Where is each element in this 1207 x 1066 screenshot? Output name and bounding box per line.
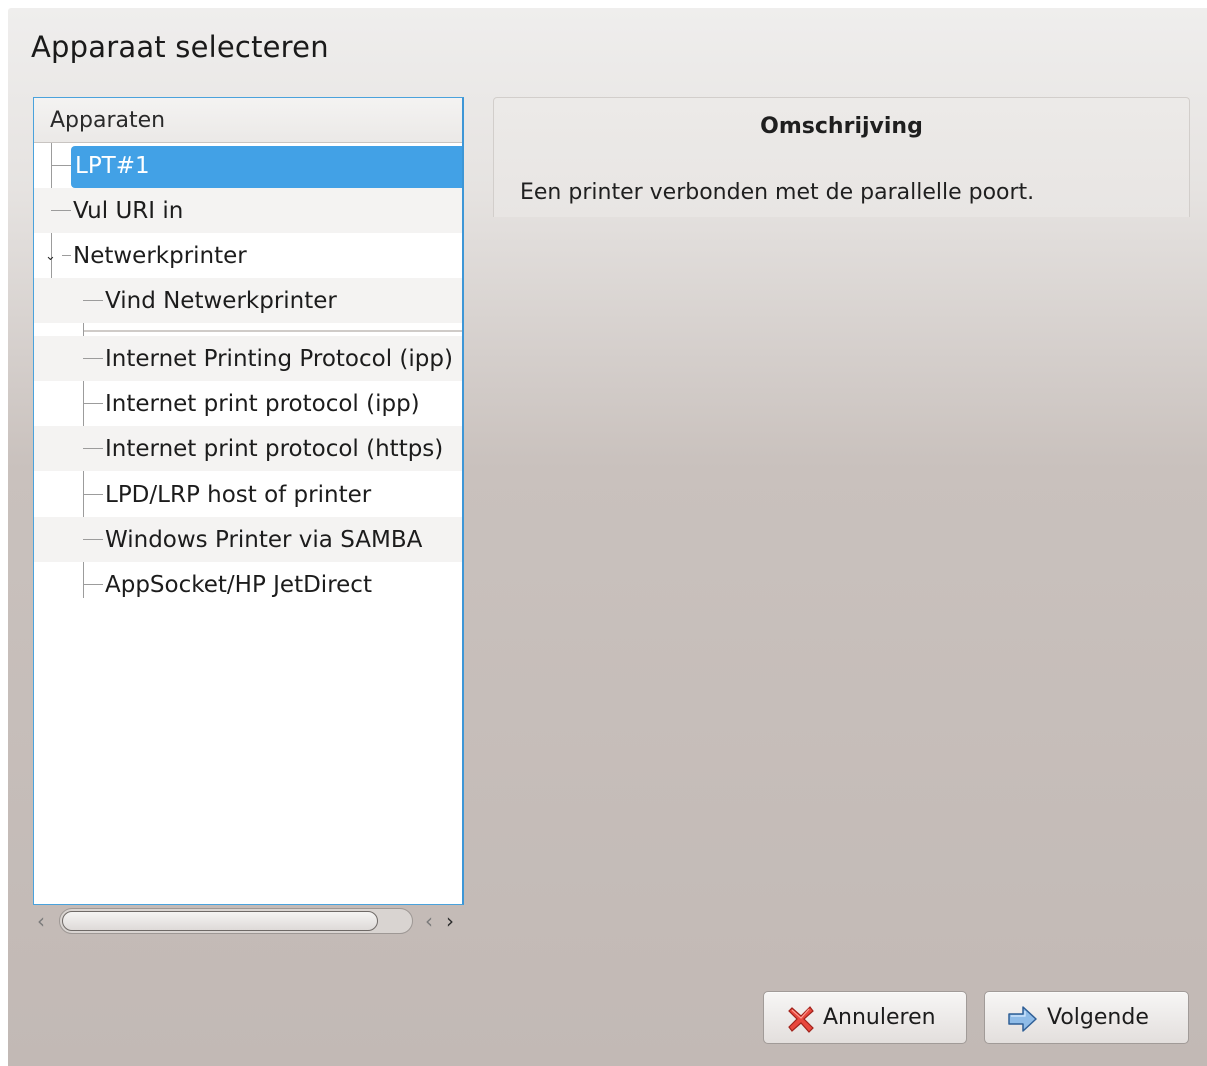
- tree-item-label: Internet Printing Protocol (ipp): [105, 346, 453, 372]
- description-title: Omschrijving: [760, 114, 923, 139]
- cancel-button-label: Annuleren: [823, 1005, 936, 1030]
- tree-item-label: Internet print protocol (https): [105, 436, 444, 462]
- tree-item-ipp-https[interactable]: Internet print protocol (https): [34, 426, 462, 471]
- tree-item-label: Vind Netwerkprinter: [105, 288, 337, 314]
- tree-item-appsocket[interactable]: AppSocket/HP JetDirect: [34, 562, 462, 607]
- tree-item-label: LPD/LRP host of printer: [105, 482, 372, 508]
- tree-connector-line: [83, 448, 103, 449]
- tree-item-label: Internet print protocol (ipp): [105, 391, 420, 417]
- dialog-window: Apparaat selecteren Apparaten LPT#1 Vul …: [8, 8, 1207, 1066]
- tree-separator: [84, 330, 462, 332]
- tree-connector-line: [83, 300, 103, 301]
- blue-arrow-right-icon: [1008, 1006, 1037, 1032]
- tree-column-header-label: Apparaten: [50, 108, 166, 133]
- description-panel: Omschrijving Een printer verbonden met d…: [493, 97, 1190, 217]
- tree-connector-line: [51, 210, 71, 211]
- tree-item-enter-uri[interactable]: Vul URI in: [34, 188, 462, 233]
- scroll-right-icon[interactable]: ›: [446, 909, 454, 933]
- red-x-icon: [788, 1006, 814, 1033]
- tree-column-header[interactable]: Apparaten: [34, 98, 462, 143]
- tree-item-network-printer[interactable]: ⌄ Netwerkprinter: [34, 233, 462, 278]
- tree-connector-line: [83, 403, 103, 404]
- tree-item-label: LPT#1: [75, 153, 150, 179]
- cancel-button[interactable]: Annuleren: [763, 991, 967, 1044]
- tree-item-label: Vul URI in: [73, 198, 184, 224]
- tree-item-label: AppSocket/HP JetDirect: [105, 572, 372, 598]
- tree-item-label: Windows Printer via SAMBA: [105, 527, 423, 553]
- tree-connector-line: [83, 584, 103, 585]
- tree-connector-line: [62, 255, 71, 256]
- tree-connector-line: [51, 165, 71, 166]
- tree-connector-line: [83, 539, 103, 540]
- tree-item-lpd-lrp[interactable]: LPD/LRP host of printer: [34, 472, 462, 517]
- description-text: Een printer verbonden met de parallelle …: [520, 180, 1035, 205]
- next-button[interactable]: Volgende: [984, 991, 1189, 1044]
- tree-item-windows-samba[interactable]: Windows Printer via SAMBA: [34, 517, 462, 562]
- scrollbar-track[interactable]: [59, 908, 413, 934]
- tree-item-ipp-printing-protocol[interactable]: Internet Printing Protocol (ipp): [34, 336, 462, 381]
- scroll-left-icon[interactable]: ‹: [425, 909, 433, 933]
- tree-connector-line: [83, 358, 103, 359]
- next-button-label: Volgende: [1047, 1005, 1149, 1030]
- chevron-down-icon[interactable]: ⌄: [45, 250, 57, 263]
- page-title: Apparaat selecteren: [31, 30, 329, 64]
- horizontal-scrollbar[interactable]: ‹ ‹ ›: [33, 906, 463, 936]
- tree-item-ipp[interactable]: Internet print protocol (ipp): [34, 381, 462, 426]
- tree-connector-line: [83, 494, 103, 495]
- scrollbar-thumb[interactable]: [62, 911, 378, 931]
- tree-item-label: Netwerkprinter: [73, 243, 247, 269]
- device-tree[interactable]: Apparaten LPT#1 Vul URI in ⌄ Netwerkprin…: [33, 97, 464, 905]
- scroll-left-icon[interactable]: ‹: [37, 909, 45, 933]
- tree-item-lpt1[interactable]: LPT#1: [34, 143, 462, 188]
- tree-item-find-network-printer[interactable]: Vind Netwerkprinter: [34, 278, 462, 323]
